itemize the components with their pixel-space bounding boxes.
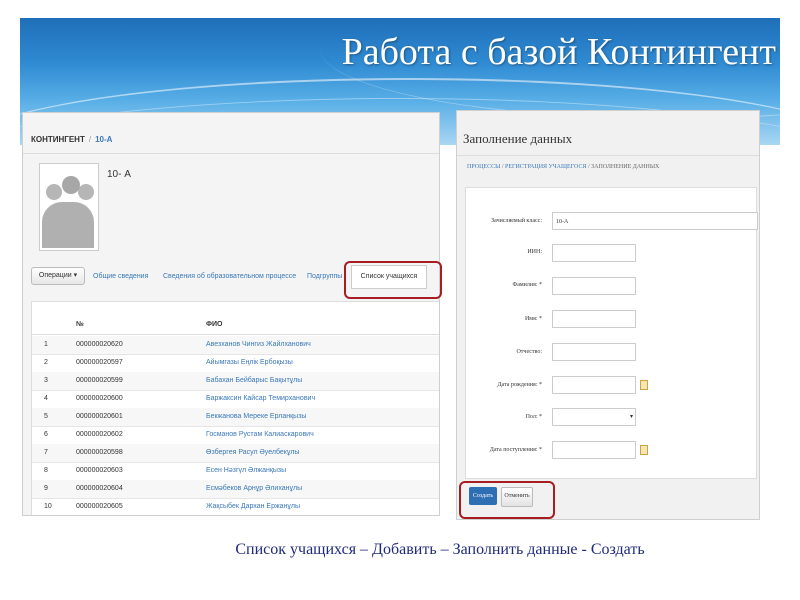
table-row[interactable]: 2 000000020597 Айымгазы Еңлік Ербоқызы — [32, 354, 439, 373]
tab-subgroups[interactable]: Подгруппы — [307, 273, 342, 280]
tab-education-process[interactable]: Сведения об образовательном процессе — [163, 273, 296, 280]
fill-data-screenshot: Заполнение данных ПРОЦЕССЫ / РЕГИСТРАЦИЯ… — [456, 110, 760, 520]
form-panel: Зачисляемый класс: 10-А ИИН: Фамилия: * … — [465, 187, 758, 479]
column-header-name[interactable]: ФИО — [206, 321, 222, 328]
surname-field[interactable] — [552, 277, 636, 295]
name-label: Имя: * — [524, 316, 542, 322]
chevron-down-icon[interactable]: ▾ — [630, 413, 633, 420]
class-name: 10- А — [107, 169, 131, 180]
birthdate-field[interactable] — [552, 376, 636, 394]
table-row[interactable]: 6 000000020602 Госманов Рустам Калиаскаров… — [32, 426, 439, 445]
row-number: 6 — [44, 431, 48, 438]
column-header-number[interactable]: № — [76, 321, 84, 328]
row-student-name[interactable]: Бекжанова Мереке Ерланқызы — [206, 413, 306, 420]
form-breadcrumb: ПРОЦЕССЫ / РЕГИСТРАЦИЯ УЧАЩЕГОСЯ / ЗАПОЛ… — [467, 164, 659, 170]
slide-caption: Список учащихся – Добавить – Заполнить д… — [235, 541, 645, 558]
divider — [23, 153, 439, 154]
row-id: 000000020600 — [76, 395, 123, 402]
admission-date-field[interactable] — [552, 441, 636, 459]
row-number: 10 — [44, 503, 52, 510]
row-number: 7 — [44, 449, 48, 456]
gender-label: Пол: * — [525, 414, 542, 420]
row-id: 000000020597 — [76, 359, 123, 366]
row-student-name[interactable]: Госманов Рустам Калиаскарович — [206, 431, 314, 438]
iin-label: ИИН: — [527, 249, 542, 255]
breadcrumb: КОНТИНГЕНТ/10-А — [31, 135, 112, 144]
breadcrumb-separator: / — [501, 164, 504, 170]
patronymic-field[interactable] — [552, 343, 636, 361]
table-header: № ФИО — [32, 316, 439, 335]
row-id: 000000020605 — [76, 503, 123, 510]
operations-button[interactable]: Операции ▾ — [31, 267, 85, 285]
table-row[interactable]: 3 000000020599 Бабахан Бейбарыс Бақытұлы — [32, 372, 439, 391]
highlight-frame-student-list — [344, 261, 442, 299]
table-row[interactable]: 4 000000020600 Баржаксин Кайсар Темирханов… — [32, 390, 439, 409]
gender-select[interactable] — [552, 408, 636, 426]
row-student-name[interactable]: Есмәбеков Арнұр Әлиханұлы — [206, 485, 302, 492]
breadcrumb-current: ЗАПОЛНЕНИЕ ДАННЫХ — [591, 164, 660, 170]
row-id: 000000020604 — [76, 485, 123, 492]
tab-general-info[interactable]: Общие сведения — [93, 273, 148, 280]
row-number: 2 — [44, 359, 48, 366]
birthdate-label: Дата рождения: * — [497, 382, 542, 388]
row-id: 000000020620 — [76, 341, 123, 348]
row-number: 1 — [44, 341, 48, 348]
row-id: 000000020601 — [76, 413, 123, 420]
breadcrumb-current: 10-А — [95, 135, 113, 144]
calendar-icon[interactable] — [640, 380, 648, 390]
row-id: 000000020599 — [76, 377, 123, 384]
row-student-name[interactable]: Бабахан Бейбарыс Бақытұлы — [206, 377, 302, 384]
calendar-icon[interactable] — [640, 445, 648, 455]
row-student-name[interactable]: Жақсыбек Дархан Ержанұлы — [206, 503, 300, 510]
slide-title: Работа с базой Контингент — [341, 31, 776, 73]
row-number: 5 — [44, 413, 48, 420]
patronymic-label: Отчество: — [516, 349, 542, 355]
class-avatar-icon — [39, 163, 99, 251]
name-field[interactable] — [552, 310, 636, 328]
surname-label: Фамилия: * — [512, 282, 542, 288]
row-number: 9 — [44, 485, 48, 492]
table-row[interactable]: 7 000000020598 Өзбергея Расул Әуелбекұлы — [32, 444, 439, 463]
row-number: 8 — [44, 467, 48, 474]
row-number: 4 — [44, 395, 48, 402]
row-number: 3 — [44, 377, 48, 384]
class-field[interactable]: 10-А — [552, 212, 758, 230]
breadcrumb-registration[interactable]: РЕГИСТРАЦИЯ УЧАЩЕГОСЯ — [505, 164, 586, 170]
row-id: 000000020602 — [76, 431, 123, 438]
row-student-name[interactable]: Өзбергея Расул Әуелбекұлы — [206, 449, 299, 456]
form-title: Заполнение данных — [463, 131, 573, 146]
breadcrumb-root[interactable]: КОНТИНГЕНТ — [31, 135, 85, 144]
table-row[interactable]: 9 000000020604 Есмәбеков Арнұр Әлиханұлы — [32, 480, 439, 499]
student-table: № ФИО 1 000000020620 Авезханов Чингиз Жайл… — [31, 301, 439, 515]
row-student-name[interactable]: Айымгазы Еңлік Ербоқызы — [206, 359, 293, 366]
table-row[interactable]: 10 000000020605 Жақсыбек Дархан Ержанұлы — [32, 498, 439, 515]
admission-date-label: Дата поступления: * — [489, 447, 542, 453]
table-row[interactable]: 5 000000020601 Бекжанова Мереке Ерланқызы — [32, 408, 439, 427]
iin-field[interactable] — [552, 244, 636, 262]
divider — [457, 155, 759, 156]
row-student-name[interactable]: Есен Нәзгүл Әлжанқызы — [206, 467, 286, 474]
breadcrumb-separator: / — [587, 164, 590, 170]
row-student-name[interactable]: Авезханов Чингиз Жайлханович — [206, 341, 311, 348]
breadcrumb-separator: / — [88, 135, 92, 144]
table-row[interactable]: 1 000000020620 Авезханов Чингиз Жайлханови… — [32, 336, 439, 355]
highlight-frame-create — [459, 481, 555, 519]
class-label: Зачисляемый класс: — [491, 218, 542, 224]
row-student-name[interactable]: Баржаксин Кайсар Темирханович — [206, 395, 315, 402]
row-id: 000000020603 — [76, 467, 123, 474]
row-id: 000000020598 — [76, 449, 123, 456]
student-list-screenshot: КОНТИНГЕНТ/10-А 10- А Операции ▾ Общие с… — [22, 112, 440, 516]
breadcrumb-processes[interactable]: ПРОЦЕССЫ — [467, 164, 500, 170]
table-row[interactable]: 8 000000020603 Есен Нәзгүл Әлжанқызы — [32, 462, 439, 481]
